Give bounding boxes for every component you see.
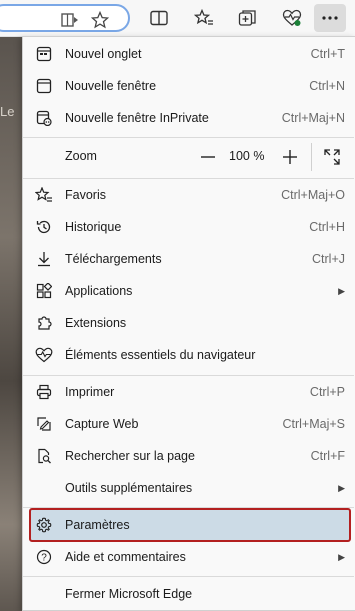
new-window-icon (35, 77, 53, 95)
menu-item-label: Paramètres (65, 518, 130, 532)
menu-item-new-tab[interactable]: Nouvel onglet Ctrl+T (29, 39, 351, 69)
menu-item-history[interactable]: Historique Ctrl+H (29, 212, 351, 242)
favorites-icon (35, 186, 53, 204)
menu-item-label: Nouvelle fenêtre (65, 79, 157, 93)
shortcut-text: Ctrl+N (309, 79, 345, 93)
menu-item-label: Éléments essentiels du navigateur (65, 348, 256, 362)
shortcut-text: Ctrl+Maj+O (281, 188, 345, 202)
settings-menu: Nouvel onglet Ctrl+T Nouvelle fenêtre Ct… (22, 36, 355, 611)
menu-divider (23, 576, 354, 577)
shortcut-text: Ctrl+Maj+N (281, 111, 345, 125)
address-bar[interactable] (0, 4, 130, 32)
split-screen-icon[interactable] (147, 6, 171, 30)
menu-item-label: Aide et commentaires (65, 550, 186, 564)
menu-item-label: Favoris (65, 188, 106, 202)
menu-item-close-edge[interactable]: Fermer Microsoft Edge (29, 579, 351, 609)
download-icon (35, 250, 53, 268)
browser-essentials-icon[interactable] (280, 6, 304, 30)
more-dots-icon (322, 16, 338, 20)
zoom-divider (311, 143, 312, 171)
menu-item-browser-essentials[interactable]: Éléments essentiels du navigateur (29, 340, 351, 370)
printer-icon (35, 383, 53, 401)
menu-item-settings[interactable]: Paramètres (29, 508, 351, 542)
menu-item-help-and-feedback[interactable]: ? Aide et commentaires ▶ (29, 542, 351, 572)
fullscreen-icon (324, 149, 340, 165)
heart-pulse-icon (35, 346, 53, 364)
submenu-arrow-icon: ▶ (338, 551, 345, 562)
menu-divider (23, 178, 354, 179)
browser-toolbar (0, 0, 355, 37)
apps-icon (35, 282, 53, 300)
menu-item-label: Applications (65, 284, 133, 298)
zoom-row: Zoom 100 % (29, 141, 351, 173)
menu-item-more-tools[interactable]: Outils supplémentaires ▶ (29, 473, 351, 503)
new-tab-icon (35, 45, 53, 63)
help-icon: ? (35, 548, 53, 566)
immersive-reader-icon[interactable] (58, 8, 82, 32)
history-icon (35, 218, 53, 236)
menu-item-extensions[interactable]: Extensions (29, 308, 351, 338)
menu-item-label: Capture Web (65, 417, 139, 431)
collections-icon[interactable] (236, 6, 260, 30)
web-capture-icon (35, 415, 53, 433)
find-on-page-icon (35, 447, 53, 465)
shortcut-text: Ctrl+H (309, 220, 345, 234)
zoom-in-button[interactable] (279, 146, 301, 168)
menu-item-label: Outils supplémentaires (65, 481, 193, 495)
menu-item-applications[interactable]: Applications ▶ (29, 276, 351, 306)
menu-item-web-capture[interactable]: Capture Web Ctrl+Maj+S (29, 409, 351, 439)
menu-item-new-inprivate-window[interactable]: Nouvelle fenêtre InPrivate Ctrl+Maj+N (29, 103, 351, 133)
menu-divider (23, 375, 354, 376)
menu-item-label: Fermer Microsoft Edge (65, 587, 193, 601)
shortcut-text: Ctrl+T (310, 47, 345, 61)
menu-item-downloads[interactable]: Téléchargements Ctrl+J (29, 244, 351, 274)
submenu-arrow-icon: ▶ (338, 285, 345, 296)
puzzle-icon (35, 314, 53, 332)
shortcut-text: Ctrl+P (309, 385, 345, 399)
fullscreen-button[interactable] (321, 146, 343, 168)
svg-text:?: ? (41, 553, 47, 564)
menu-item-label: Téléchargements (65, 252, 162, 266)
menu-item-label: Extensions (65, 316, 127, 330)
menu-item-print[interactable]: Imprimer Ctrl+P (29, 377, 351, 407)
add-favorite-star-icon[interactable] (88, 8, 112, 32)
zoom-label: Zoom (65, 149, 97, 163)
background-text: Le (0, 104, 15, 119)
menu-item-favorites[interactable]: Favoris Ctrl+Maj+O (29, 180, 351, 210)
shortcut-text: Ctrl+Maj+S (282, 417, 345, 431)
submenu-arrow-icon: ▶ (338, 482, 345, 493)
settings-and-more-button[interactable] (314, 4, 346, 32)
zoom-out-button[interactable] (197, 146, 219, 168)
plus-icon (283, 150, 297, 164)
minus-icon (201, 156, 215, 158)
menu-item-new-window[interactable]: Nouvelle fenêtre Ctrl+N (29, 71, 351, 101)
zoom-value: 100 % (229, 149, 265, 163)
menu-item-label: Historique (65, 220, 122, 234)
menu-divider (23, 137, 354, 138)
gear-icon (35, 516, 53, 534)
favorites-icon[interactable] (192, 6, 216, 30)
menu-item-label: Nouvelle fenêtre InPrivate (65, 111, 209, 125)
menu-item-find-on-page[interactable]: Rechercher sur la page Ctrl+F (29, 441, 351, 471)
menu-item-label: Nouvel onglet (65, 47, 142, 61)
shortcut-text: Ctrl+F (310, 449, 345, 463)
inprivate-icon (35, 109, 53, 127)
menu-item-label: Rechercher sur la page (65, 449, 195, 463)
shortcut-text: Ctrl+J (312, 252, 345, 266)
menu-item-label: Imprimer (65, 385, 115, 399)
